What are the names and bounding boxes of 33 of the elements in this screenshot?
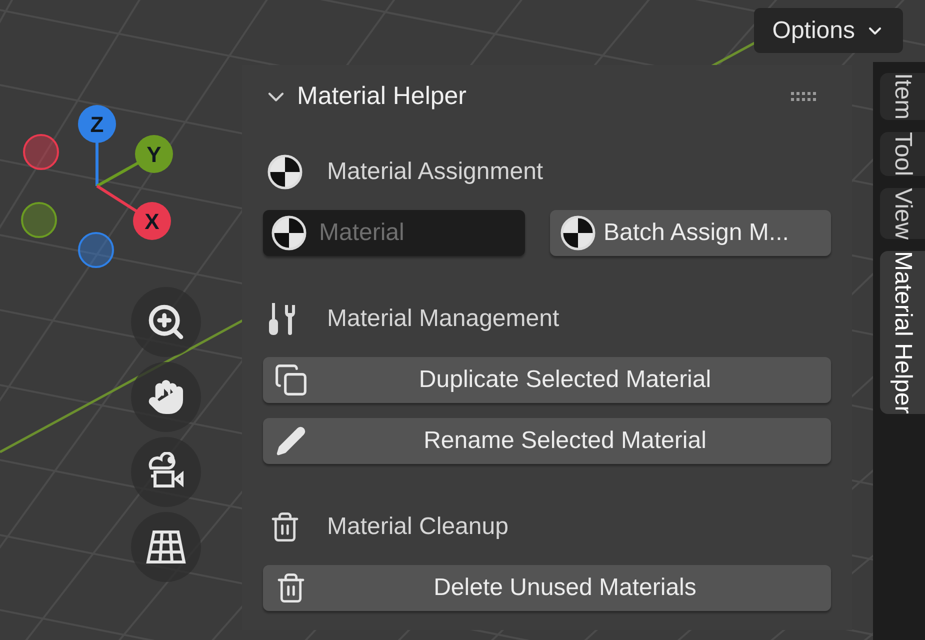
sidebar-tab[interactable]: View <box>880 188 925 240</box>
trash-icon <box>269 511 301 543</box>
copy-icon <box>274 363 308 397</box>
panel-title: Material Helper <box>297 81 467 112</box>
axis-handle[interactable]: X <box>133 202 171 240</box>
grid-plane-icon <box>146 529 186 565</box>
negative-axis-handle[interactable] <box>23 134 59 170</box>
sidebar-tab[interactable]: Material Helper <box>880 251 925 414</box>
section-heading: Material Assignment <box>327 157 544 187</box>
material-ball-icon <box>560 215 596 251</box>
action-button[interactable]: Duplicate Selected Material <box>263 357 831 403</box>
drag-handle-icon[interactable] <box>791 92 817 102</box>
axis-handle[interactable]: Y <box>135 135 173 173</box>
trash-icon <box>275 572 307 604</box>
zoom-in-icon <box>146 302 186 342</box>
negative-axis-handle[interactable] <box>78 232 114 268</box>
material-ball-icon <box>271 215 307 251</box>
material-ball-icon <box>267 154 303 190</box>
batch-assign-button[interactable]: Batch Assign M... <box>550 210 831 256</box>
material-field[interactable]: Material <box>263 210 524 256</box>
pencil-icon <box>275 425 307 457</box>
negative-axis-handle[interactable] <box>21 202 57 238</box>
hand-icon <box>147 378 185 416</box>
axis-handle[interactable]: Z <box>78 105 116 143</box>
section-heading: Material Management <box>327 304 560 334</box>
action-button[interactable]: Delete Unused Materials <box>263 565 831 611</box>
sidebar-tab[interactable]: Tool <box>880 132 925 176</box>
options-dropdown[interactable]: Options <box>754 8 903 53</box>
sidebar-tab[interactable]: Item <box>880 73 925 120</box>
action-button[interactable]: Rename Selected Material <box>263 418 831 464</box>
section-heading: Material Cleanup <box>327 512 508 542</box>
pan-button[interactable] <box>131 362 201 432</box>
zoom-button[interactable] <box>131 287 201 357</box>
